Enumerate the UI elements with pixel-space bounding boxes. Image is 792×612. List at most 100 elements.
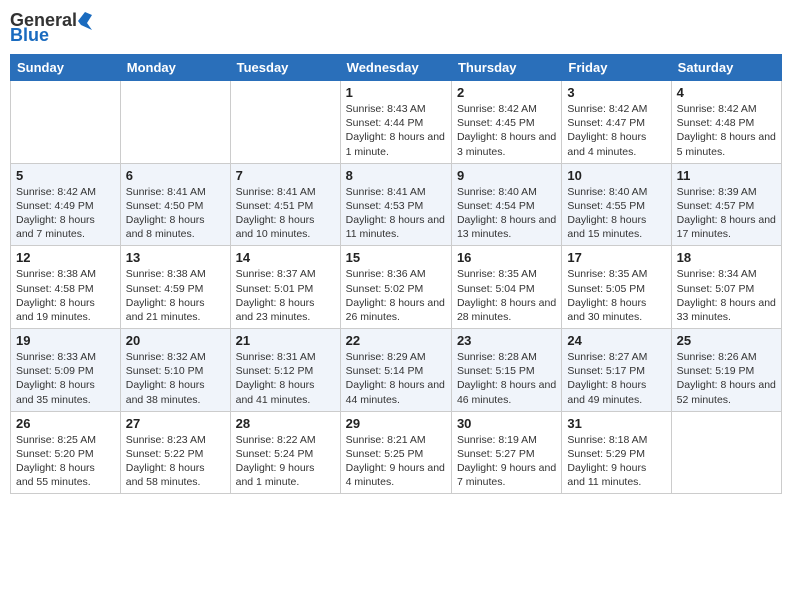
day-number: 18 (677, 250, 776, 265)
weekday-header-friday: Friday (562, 55, 671, 81)
calendar-cell: 15Sunrise: 8:36 AM Sunset: 5:02 PM Dayli… (340, 246, 451, 329)
day-number: 7 (236, 168, 335, 183)
day-info: Sunrise: 8:31 AM Sunset: 5:12 PM Dayligh… (236, 350, 335, 407)
day-number: 29 (346, 416, 446, 431)
calendar-cell: 30Sunrise: 8:19 AM Sunset: 5:27 PM Dayli… (451, 411, 561, 494)
day-number: 26 (16, 416, 115, 431)
calendar-cell: 11 Sunrise: 8:39 AM Sunset: 4:57 PM Dayli… (671, 163, 781, 246)
calendar-week-row: 12 Sunrise: 8:38 AM Sunset: 4:58 PM Dayli… (11, 246, 782, 329)
calendar-cell: 24 Sunrise: 8:27 AM Sunset: 5:17 PM Dayli… (562, 329, 671, 412)
calendar-week-row: 26 Sunrise: 8:25 AM Sunset: 5:20 PM Dayli… (11, 411, 782, 494)
day-info: Sunrise: 8:41 AM Sunset: 4:50 PM Dayligh… (126, 185, 225, 242)
calendar-cell: 18 Sunrise: 8:34 AM Sunset: 5:07 PM Dayli… (671, 246, 781, 329)
day-info: Sunrise: 8:21 AM Sunset: 5:25 PM Dayligh… (346, 433, 446, 490)
calendar-cell (120, 81, 230, 164)
calendar-cell: 26 Sunrise: 8:25 AM Sunset: 5:20 PM Dayli… (11, 411, 121, 494)
weekday-header-wednesday: Wednesday (340, 55, 451, 81)
day-info: Sunrise: 8:42 AM Sunset: 4:45 PM Dayligh… (457, 102, 556, 159)
day-number: 1 (346, 85, 446, 100)
day-info: Sunrise: 8:41 AM Sunset: 4:53 PM Dayligh… (346, 185, 446, 242)
calendar-cell: 10 Sunrise: 8:40 AM Sunset: 4:55 PM Dayli… (562, 163, 671, 246)
calendar-cell: 16Sunrise: 8:35 AM Sunset: 5:04 PM Dayli… (451, 246, 561, 329)
logo: General Blue (10, 10, 93, 46)
day-info: Sunrise: 8:18 AM Sunset: 5:29 PM Dayligh… (567, 433, 665, 490)
day-number: 28 (236, 416, 335, 431)
day-number: 14 (236, 250, 335, 265)
day-info: Sunrise: 8:35 AM Sunset: 5:05 PM Dayligh… (567, 267, 665, 324)
day-number: 4 (677, 85, 776, 100)
day-number: 13 (126, 250, 225, 265)
day-info: Sunrise: 8:42 AM Sunset: 4:48 PM Dayligh… (677, 102, 776, 159)
calendar-cell: 12 Sunrise: 8:38 AM Sunset: 4:58 PM Dayli… (11, 246, 121, 329)
calendar-cell: 31 Sunrise: 8:18 AM Sunset: 5:29 PM Dayli… (562, 411, 671, 494)
day-info: Sunrise: 8:22 AM Sunset: 5:24 PM Dayligh… (236, 433, 335, 490)
day-number: 8 (346, 168, 446, 183)
day-number: 17 (567, 250, 665, 265)
calendar-week-row: 5 Sunrise: 8:42 AM Sunset: 4:49 PM Daylig… (11, 163, 782, 246)
calendar-cell: 28 Sunrise: 8:22 AM Sunset: 5:24 PM Dayli… (230, 411, 340, 494)
weekday-header-thursday: Thursday (451, 55, 561, 81)
day-number: 24 (567, 333, 665, 348)
calendar-cell: 17 Sunrise: 8:35 AM Sunset: 5:05 PM Dayli… (562, 246, 671, 329)
day-info: Sunrise: 8:42 AM Sunset: 4:49 PM Dayligh… (16, 185, 115, 242)
calendar-cell: 5 Sunrise: 8:42 AM Sunset: 4:49 PM Daylig… (11, 163, 121, 246)
calendar-cell: 13 Sunrise: 8:38 AM Sunset: 4:59 PM Dayli… (120, 246, 230, 329)
day-info: Sunrise: 8:40 AM Sunset: 4:55 PM Dayligh… (567, 185, 665, 242)
day-number: 23 (457, 333, 556, 348)
calendar-table: SundayMondayTuesdayWednesdayThursdayFrid… (10, 54, 782, 494)
day-info: Sunrise: 8:26 AM Sunset: 5:19 PM Dayligh… (677, 350, 776, 407)
day-number: 22 (346, 333, 446, 348)
calendar-cell: 21 Sunrise: 8:31 AM Sunset: 5:12 PM Dayli… (230, 329, 340, 412)
day-info: Sunrise: 8:39 AM Sunset: 4:57 PM Dayligh… (677, 185, 776, 242)
weekday-header-saturday: Saturday (671, 55, 781, 81)
day-info: Sunrise: 8:37 AM Sunset: 5:01 PM Dayligh… (236, 267, 335, 324)
calendar-cell: 19 Sunrise: 8:33 AM Sunset: 5:09 PM Dayli… (11, 329, 121, 412)
day-number: 11 (677, 168, 776, 183)
calendar-cell: 23 Sunrise: 8:28 AM Sunset: 5:15 PM Dayli… (451, 329, 561, 412)
day-number: 27 (126, 416, 225, 431)
calendar-week-row: 19 Sunrise: 8:33 AM Sunset: 5:09 PM Dayli… (11, 329, 782, 412)
calendar-cell: 2 Sunrise: 8:42 AM Sunset: 4:45 PM Daylig… (451, 81, 561, 164)
calendar-cell: 3 Sunrise: 8:42 AM Sunset: 4:47 PM Daylig… (562, 81, 671, 164)
day-info: Sunrise: 8:38 AM Sunset: 4:58 PM Dayligh… (16, 267, 115, 324)
day-number: 19 (16, 333, 115, 348)
calendar-cell: 1Sunrise: 8:43 AM Sunset: 4:44 PM Daylig… (340, 81, 451, 164)
logo-blue-text: Blue (10, 25, 49, 46)
day-info: Sunrise: 8:40 AM Sunset: 4:54 PM Dayligh… (457, 185, 556, 242)
day-number: 2 (457, 85, 556, 100)
day-info: Sunrise: 8:36 AM Sunset: 5:02 PM Dayligh… (346, 267, 446, 324)
calendar-cell: 14 Sunrise: 8:37 AM Sunset: 5:01 PM Dayli… (230, 246, 340, 329)
day-number: 31 (567, 416, 665, 431)
calendar-cell: 20 Sunrise: 8:32 AM Sunset: 5:10 PM Dayli… (120, 329, 230, 412)
day-number: 20 (126, 333, 225, 348)
calendar-cell (11, 81, 121, 164)
calendar-cell: 27 Sunrise: 8:23 AM Sunset: 5:22 PM Dayli… (120, 411, 230, 494)
day-info: Sunrise: 8:27 AM Sunset: 5:17 PM Dayligh… (567, 350, 665, 407)
calendar-week-row: 1Sunrise: 8:43 AM Sunset: 4:44 PM Daylig… (11, 81, 782, 164)
day-number: 12 (16, 250, 115, 265)
weekday-header-tuesday: Tuesday (230, 55, 340, 81)
calendar-cell: 4 Sunrise: 8:42 AM Sunset: 4:48 PM Daylig… (671, 81, 781, 164)
day-number: 10 (567, 168, 665, 183)
calendar-cell: 25 Sunrise: 8:26 AM Sunset: 5:19 PM Dayli… (671, 329, 781, 412)
day-info: Sunrise: 8:32 AM Sunset: 5:10 PM Dayligh… (126, 350, 225, 407)
logo-bird-icon (78, 12, 92, 30)
calendar-cell (230, 81, 340, 164)
calendar-cell: 8 Sunrise: 8:41 AM Sunset: 4:53 PM Daylig… (340, 163, 451, 246)
weekday-header-monday: Monday (120, 55, 230, 81)
day-number: 9 (457, 168, 556, 183)
day-number: 30 (457, 416, 556, 431)
day-number: 25 (677, 333, 776, 348)
calendar-cell: 7Sunrise: 8:41 AM Sunset: 4:51 PM Daylig… (230, 163, 340, 246)
day-info: Sunrise: 8:29 AM Sunset: 5:14 PM Dayligh… (346, 350, 446, 407)
day-info: Sunrise: 8:34 AM Sunset: 5:07 PM Dayligh… (677, 267, 776, 324)
day-info: Sunrise: 8:33 AM Sunset: 5:09 PM Dayligh… (16, 350, 115, 407)
day-info: Sunrise: 8:42 AM Sunset: 4:47 PM Dayligh… (567, 102, 665, 159)
day-info: Sunrise: 8:38 AM Sunset: 4:59 PM Dayligh… (126, 267, 225, 324)
day-number: 3 (567, 85, 665, 100)
day-number: 21 (236, 333, 335, 348)
day-info: Sunrise: 8:28 AM Sunset: 5:15 PM Dayligh… (457, 350, 556, 407)
day-number: 5 (16, 168, 115, 183)
day-info: Sunrise: 8:23 AM Sunset: 5:22 PM Dayligh… (126, 433, 225, 490)
day-info: Sunrise: 8:25 AM Sunset: 5:20 PM Dayligh… (16, 433, 115, 490)
